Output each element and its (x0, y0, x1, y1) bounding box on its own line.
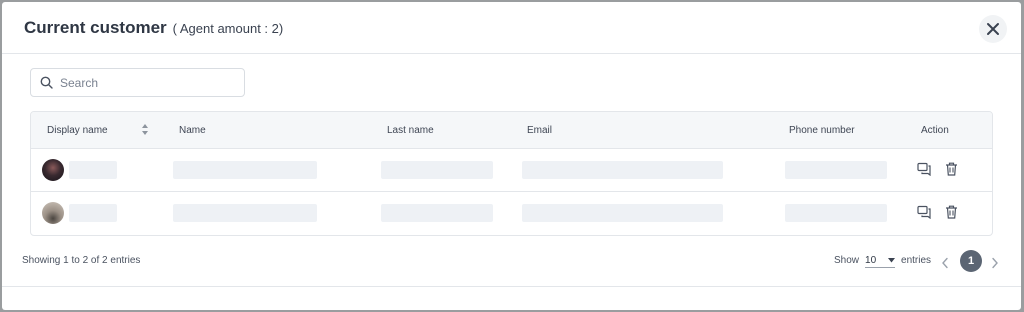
display-name-cell (69, 161, 117, 179)
column-header-phone-number: Phone number (789, 125, 855, 136)
chevron-right-icon[interactable] (991, 257, 999, 269)
email-cell (522, 204, 723, 222)
last-name-cell (381, 161, 493, 179)
table-row (31, 192, 992, 235)
table-row (31, 149, 992, 192)
page-size-control: Show 10 entries (834, 253, 931, 268)
trash-icon[interactable] (945, 162, 958, 176)
column-header-last-name: Last name (387, 125, 434, 136)
last-name-cell (381, 204, 493, 222)
avatar (42, 159, 64, 181)
entries-info: Showing 1 to 2 of 2 entries (22, 255, 141, 266)
page-size-select[interactable]: 10 (865, 253, 896, 268)
chevron-left-icon[interactable] (941, 257, 949, 269)
column-header-email: Email (527, 125, 553, 136)
agent-amount: ( Agent amount : 2) (172, 21, 284, 36)
column-header-display-name[interactable]: Display name (47, 125, 108, 136)
search-icon (40, 76, 53, 89)
chat-icon[interactable] (917, 162, 932, 176)
email-cell (522, 161, 723, 179)
avatar (42, 202, 64, 224)
close-button[interactable] (979, 15, 1007, 43)
entries-label: entries (901, 255, 932, 266)
column-header-name: Name (179, 125, 206, 136)
current-customer-modal: Current customer ( Agent amount : 2) Dis… (2, 2, 1021, 310)
search-input[interactable] (60, 75, 230, 90)
page-button-current[interactable]: 1 (960, 250, 982, 272)
trash-icon[interactable] (945, 205, 958, 219)
sort-icon[interactable] (141, 123, 149, 136)
modal-title: Current customer (24, 17, 167, 37)
page-size-value: 10 (865, 254, 877, 266)
column-header-action: Action (921, 125, 949, 136)
display-name-cell (69, 204, 117, 222)
table-header: Display name Name Last name Email Phone … (31, 112, 992, 149)
show-label: Show (834, 255, 860, 266)
modal-footer-divider (2, 286, 1021, 287)
modal-header: Current customer ( Agent amount : 2) (2, 2, 1021, 54)
search-field[interactable] (30, 68, 245, 97)
chat-icon[interactable] (917, 205, 932, 219)
caret-down-icon (888, 257, 896, 262)
phone-number-cell (785, 204, 887, 222)
name-cell (173, 161, 317, 179)
name-cell (173, 204, 317, 222)
customer-table: Display name Name Last name Email Phone … (30, 111, 993, 236)
phone-number-cell (785, 161, 887, 179)
close-icon (987, 23, 999, 35)
